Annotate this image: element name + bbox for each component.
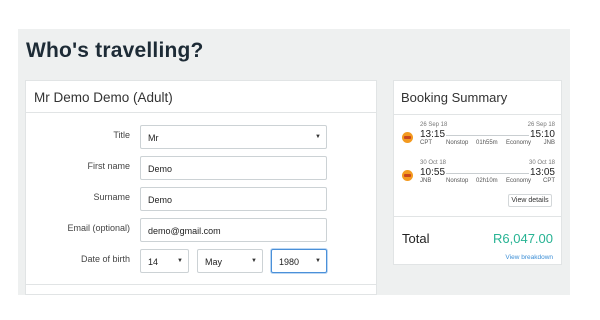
caret-down-icon: ▼ bbox=[251, 258, 257, 264]
airline-logo-icon bbox=[402, 170, 413, 181]
surname-input[interactable]: Demo bbox=[140, 187, 327, 211]
title-select-value: Mr bbox=[148, 133, 159, 143]
title-label: Title bbox=[113, 130, 130, 140]
departure-airport: JNB bbox=[420, 178, 432, 184]
dob-month-value: May bbox=[205, 257, 223, 267]
page-title: Who's travelling? bbox=[26, 39, 204, 62]
arrival-date: 30 Oct 18 bbox=[528, 160, 555, 166]
duration-label: 02h10m bbox=[476, 178, 498, 184]
flight-outbound: 26 Sep 18 26 Sep 18 13:15 15:10 CPT Nons… bbox=[394, 122, 563, 152]
route-line bbox=[446, 173, 529, 174]
arrival-time: 15:10 bbox=[529, 129, 555, 140]
duration-label: 01h55m bbox=[476, 140, 498, 146]
departure-date: 26 Sep 18 bbox=[420, 122, 448, 128]
email-input[interactable]: demo@gmail.com bbox=[140, 218, 327, 242]
total-divider bbox=[394, 216, 561, 217]
arrival-date: 26 Sep 18 bbox=[527, 122, 555, 128]
total-price: R6,047.00 bbox=[493, 231, 553, 246]
booking-summary-card: Booking Summary 26 Sep 18 26 Sep 18 13:1… bbox=[393, 80, 562, 265]
passenger-form-card: Mr Demo Demo (Adult) Title Mr ▼ First na… bbox=[25, 80, 377, 295]
caret-down-icon: ▼ bbox=[177, 258, 183, 264]
first-name-input[interactable]: Demo bbox=[140, 156, 327, 180]
caret-down-icon: ▼ bbox=[315, 134, 321, 140]
surname-label: Surname bbox=[93, 192, 130, 202]
summary-divider bbox=[394, 114, 561, 115]
first-name-label: First name bbox=[87, 161, 130, 171]
departure-airport: CPT bbox=[420, 140, 432, 146]
caret-down-icon: ▼ bbox=[315, 258, 321, 264]
dob-year-value: 1980 bbox=[279, 257, 300, 267]
arrival-time: 13:05 bbox=[529, 167, 555, 178]
surname-row: Surname Demo bbox=[26, 187, 378, 211]
arrival-airport: CPT bbox=[543, 178, 555, 184]
departure-date: 30 Oct 18 bbox=[420, 160, 447, 166]
booking-summary-title: Booking Summary bbox=[401, 90, 508, 105]
passenger-form-header: Mr Demo Demo (Adult) bbox=[26, 81, 376, 113]
dob-label: Date of birth bbox=[80, 254, 130, 264]
departure-time: 10:55 bbox=[420, 167, 446, 178]
page-container: Who's travelling? Mr Demo Demo (Adult) T… bbox=[18, 29, 570, 295]
dob-row: Date of birth 14 ▼ May ▼ 1980 ▼ bbox=[26, 249, 378, 273]
title-row: Title Mr ▼ bbox=[26, 125, 378, 149]
view-details-button[interactable]: View details bbox=[508, 194, 552, 207]
arrival-airport: JNB bbox=[543, 140, 555, 146]
route-line bbox=[446, 135, 529, 136]
form-divider bbox=[26, 284, 376, 285]
stops-label: Nonstop bbox=[446, 178, 469, 184]
email-label: Email (optional) bbox=[67, 223, 130, 233]
flight-return: 30 Oct 18 30 Oct 18 10:55 13:05 JNB Nons… bbox=[394, 160, 563, 190]
dob-day-value: 14 bbox=[148, 257, 159, 267]
dob-month-select[interactable]: May ▼ bbox=[197, 249, 263, 273]
airline-logo-icon bbox=[402, 132, 413, 143]
title-select[interactable]: Mr ▼ bbox=[140, 125, 327, 149]
total-label: Total bbox=[402, 231, 430, 246]
stops-label: Nonstop bbox=[446, 140, 469, 146]
cabin-class: Economy bbox=[506, 178, 532, 184]
first-name-row: First name Demo bbox=[26, 156, 378, 180]
departure-time: 13:15 bbox=[420, 129, 446, 140]
dob-year-select[interactable]: 1980 ▼ bbox=[271, 249, 327, 273]
cabin-class: Economy bbox=[506, 140, 532, 146]
email-row: Email (optional) demo@gmail.com bbox=[26, 218, 378, 242]
dob-day-select[interactable]: 14 ▼ bbox=[140, 249, 189, 273]
view-breakdown-link[interactable]: View breakdown bbox=[505, 254, 553, 261]
